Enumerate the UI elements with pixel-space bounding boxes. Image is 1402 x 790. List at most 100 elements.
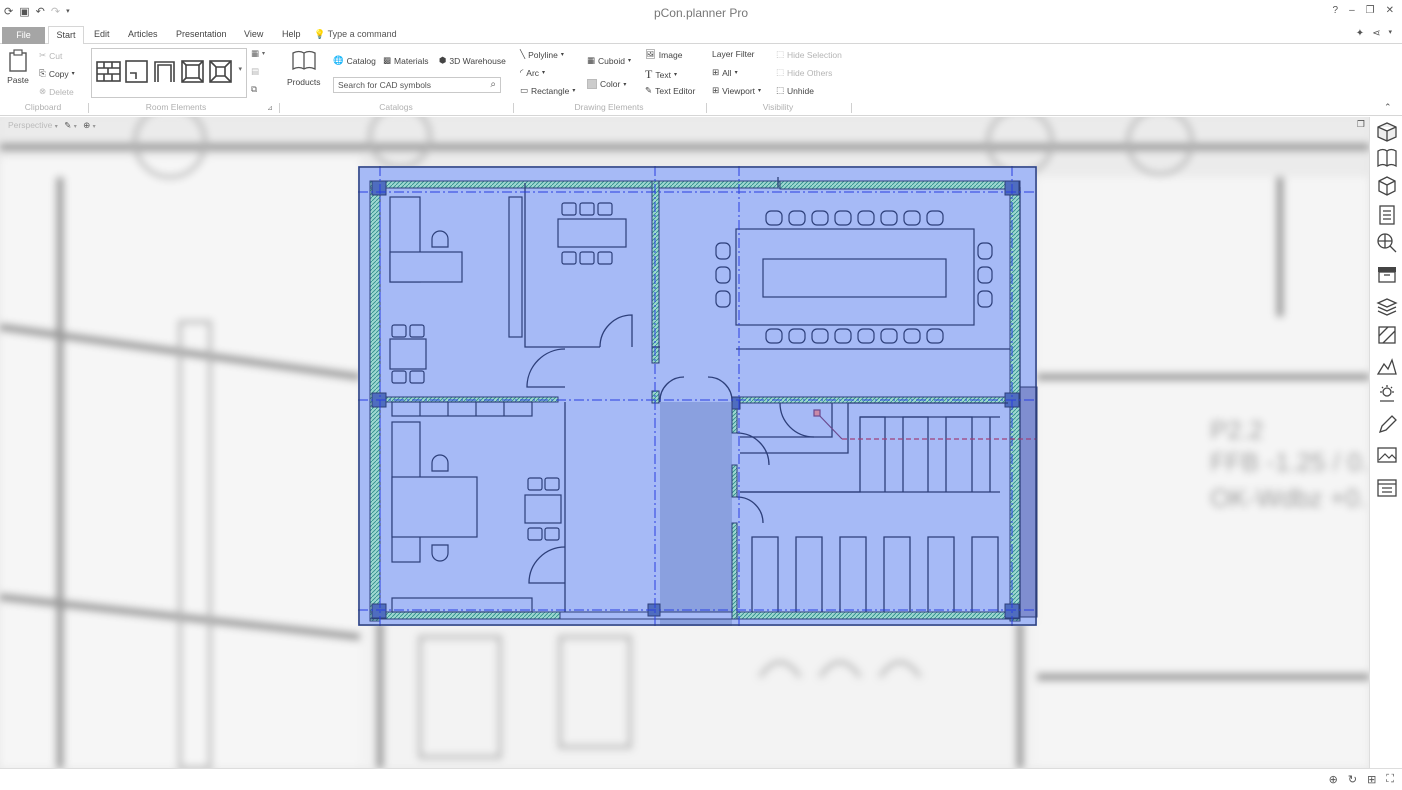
window-icon[interactable] — [180, 59, 205, 84]
materials-icon[interactable] — [1376, 324, 1398, 346]
copy-button[interactable]: ⎘ Copy ▾ — [39, 68, 75, 79]
color-button[interactable]: Color ▾ — [587, 79, 626, 89]
chevron-down-icon: ▾ — [673, 72, 677, 78]
layer-filter-label: Layer Filter — [712, 49, 755, 59]
view-mode-selector[interactable]: Perspective ▾ ✎ ▾ ⊕ ▾ — [8, 120, 96, 131]
delete-button[interactable]: ⊗ Delete — [39, 86, 74, 97]
cad-symbol-search[interactable]: Search for CAD symbols ⌕ — [333, 77, 501, 93]
rectangle-icon: ▭ — [520, 85, 529, 95]
restore-icon[interactable]: ❐ — [1366, 5, 1375, 16]
drawing-canvas[interactable]: P2.2 FFB -1.25 / 0. OK-Wdbz +0. Perspect… — [0, 117, 1369, 768]
floor-plan-drawing[interactable]: P2.2 FFB -1.25 / 0. OK-Wdbz +0. — [0, 117, 1369, 768]
collapse-ribbon-icon[interactable]: ⌃ — [1384, 102, 1392, 113]
paste-label: Paste — [7, 75, 29, 85]
room-tool-2-icon[interactable]: ▤ — [251, 66, 259, 77]
tab-start[interactable]: Start — [48, 26, 84, 45]
picture-icon[interactable] — [1376, 444, 1398, 466]
hide-others-icon: ⬚ — [776, 67, 785, 77]
products-button[interactable]: Products — [287, 49, 321, 87]
options-dropdown-icon[interactable]: ▾ — [1388, 28, 1392, 39]
tips-icon[interactable]: ✦ — [1356, 28, 1364, 39]
minimize-icon[interactable]: – — [1349, 5, 1355, 16]
scissors-icon: ✂ — [39, 50, 47, 60]
3d-box-icon[interactable] — [1376, 121, 1398, 143]
pen-icon[interactable]: ✎ — [64, 120, 71, 130]
layers-icon[interactable] — [1376, 295, 1398, 317]
package-icon[interactable] — [1376, 174, 1398, 196]
group-label-room-elements: Room Elements — [145, 102, 207, 112]
tab-view[interactable]: View — [244, 29, 263, 39]
viewport-layout-icon[interactable]: ⊞ — [1367, 773, 1376, 786]
image-button[interactable]: 🖼 Image — [645, 49, 682, 60]
room-icon[interactable] — [124, 59, 149, 84]
selected-floor-area[interactable] — [358, 166, 1038, 626]
ribbon-options: ✦ ⋖ ▾ — [1356, 28, 1392, 39]
terrain-icon[interactable] — [1376, 354, 1398, 376]
color-swatch-icon — [587, 79, 597, 89]
hide-others-button[interactable]: ⬚ Hide Others — [776, 67, 832, 78]
window-controls: ? – ❐ ✕ — [1333, 5, 1394, 16]
catalog-button[interactable]: 🌐 Catalog — [333, 55, 376, 66]
share-icon[interactable]: ⋖ — [1372, 28, 1380, 39]
hide-selection-button[interactable]: ⬚ Hide Selection — [776, 49, 842, 60]
archive-icon[interactable] — [1376, 263, 1398, 285]
room-tool-1-icon[interactable]: ▦ ▾ — [251, 48, 265, 59]
text-label: Text — [655, 69, 671, 80]
room-tool-3-icon[interactable]: ⧉ — [251, 84, 257, 95]
unhide-button[interactable]: ⬚ Unhide — [776, 85, 814, 96]
presentation-icon[interactable] — [1376, 477, 1398, 499]
orbit-icon[interactable]: ↻ — [1348, 773, 1357, 786]
snap-icon[interactable]: ⊕ — [83, 120, 90, 130]
tab-presentation[interactable]: Presentation — [176, 29, 227, 39]
materials-button[interactable]: ▩ Materials — [383, 55, 429, 66]
command-label: Type a command — [327, 29, 397, 39]
cuboid-label: Cuboid — [598, 55, 625, 66]
text-button[interactable]: T Text ▾ — [645, 67, 677, 82]
restore-view-icon[interactable]: ❐ — [1357, 119, 1365, 130]
tab-file[interactable]: File — [2, 27, 45, 44]
pen-edit-icon[interactable] — [1376, 414, 1398, 436]
layer-filter-all-dropdown[interactable]: ⊞ All ▾ — [712, 67, 738, 78]
web-search-icon[interactable] — [1376, 232, 1398, 254]
separator — [851, 103, 852, 113]
separator — [88, 103, 89, 113]
arc-button[interactable]: ◜ Arc ▾ — [520, 67, 545, 78]
command-search[interactable]: 💡 Type a command — [314, 29, 397, 40]
warehouse-label: 3D Warehouse — [449, 55, 506, 66]
chevron-down-icon: ▾ — [73, 124, 77, 130]
gallery-scroll-icon[interactable]: ▾ — [238, 65, 242, 73]
close-icon[interactable]: ✕ — [1386, 5, 1394, 16]
viewport-dropdown[interactable]: ⊞ Viewport ▾ — [712, 85, 761, 96]
cuboid-button[interactable]: ▦ Cuboid ▾ — [587, 55, 631, 66]
catalog-book-icon[interactable] — [1376, 147, 1398, 169]
search-icon[interactable]: ⌕ — [490, 79, 496, 90]
fullscreen-icon[interactable]: ⛶ — [1386, 773, 1394, 786]
article-list-icon[interactable] — [1376, 204, 1398, 226]
delete-icon: ⊗ — [39, 86, 47, 96]
plan-label-room: P2.2 — [1210, 415, 1264, 445]
navigation-icon[interactable]: ⊕ — [1329, 773, 1338, 786]
room-elements-gallery: ▾ — [91, 48, 247, 98]
tab-articles[interactable]: Articles — [128, 29, 158, 39]
dialog-launcher-icon[interactable]: ⊿ — [267, 104, 273, 112]
door-icon[interactable] — [152, 59, 177, 84]
light-icon[interactable] — [1376, 383, 1398, 405]
cut-button[interactable]: ✂ Cut — [39, 50, 62, 61]
ribbon-tabs: File Start Edit Articles Presentation Vi… — [0, 25, 1402, 45]
tab-edit[interactable]: Edit — [94, 29, 110, 39]
text-editor-button[interactable]: ✎ Text Editor — [645, 85, 695, 96]
polyline-button[interactable]: ╲ Polyline ▾ — [520, 49, 564, 60]
conference-table[interactable] — [715, 210, 993, 344]
rectangle-button[interactable]: ▭ Rectangle ▾ — [520, 85, 575, 96]
book-icon — [292, 50, 316, 71]
text-editor-label: Text Editor — [655, 85, 696, 96]
paste-button[interactable]: Paste — [7, 49, 29, 85]
text-editor-icon: ✎ — [645, 85, 653, 95]
warehouse-button[interactable]: ⬢ 3D Warehouse — [439, 55, 506, 66]
chevron-down-icon: ▾ — [92, 124, 96, 130]
ceiling-icon[interactable] — [208, 59, 233, 84]
lightbulb-icon: 💡 — [314, 29, 326, 39]
tab-help[interactable]: Help — [282, 29, 301, 39]
help-icon[interactable]: ? — [1333, 5, 1339, 16]
wall-icon[interactable] — [96, 59, 121, 84]
